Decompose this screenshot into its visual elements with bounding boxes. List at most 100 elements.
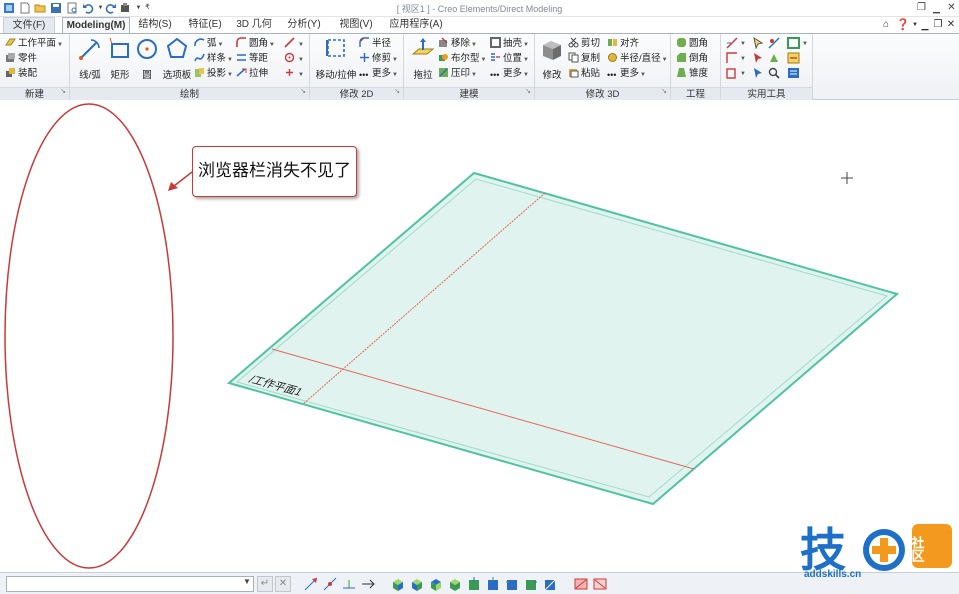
offset-button[interactable]: 等距 — [236, 52, 268, 66]
new-part-button[interactable]: 零件 — [5, 52, 37, 66]
command-input[interactable] — [6, 576, 254, 592]
render-mode-2-icon[interactable] — [592, 576, 608, 592]
circle-button[interactable]: 圆 — [134, 36, 160, 81]
fillet-2d-button[interactable]: 圆角▼ — [236, 37, 275, 51]
command-enter-button[interactable]: ↵ — [257, 576, 273, 592]
home-view-icon[interactable]: ⌂ — [880, 19, 892, 31]
view-top-icon[interactable] — [504, 576, 520, 592]
align-button[interactable]: 对齐 — [607, 37, 639, 51]
target-icon — [284, 52, 295, 63]
view-bottom-icon[interactable] — [523, 576, 539, 592]
view-iso-icon[interactable] — [390, 576, 406, 592]
cut-button[interactable]: 剪切 — [568, 37, 600, 51]
doc-restore-icon[interactable]: ❐ — [932, 19, 944, 31]
move-stretch-button[interactable]: 移动/拉伸 — [312, 36, 360, 81]
taper-button[interactable]: 锥度 — [676, 67, 708, 81]
view-left-icon[interactable] — [542, 576, 558, 592]
face-dropdown-icon[interactable]: ▼ — [740, 67, 746, 81]
tab-feature[interactable]: 特征(E) — [183, 17, 227, 33]
clipping-plane-icon[interactable] — [768, 37, 780, 49]
macro-icon[interactable] — [787, 52, 800, 64]
palette-button[interactable]: 选项板 — [160, 36, 194, 81]
measure-dropdown-icon[interactable]: ▼ — [740, 37, 746, 51]
calculator-icon[interactable] — [787, 67, 800, 79]
rectangle-button[interactable]: 矩形 — [106, 36, 134, 81]
more-dots-icon: ••• — [359, 70, 369, 80]
display-frame-icon[interactable] — [787, 37, 800, 49]
measure-angle-icon[interactable] — [726, 52, 738, 64]
spline-button[interactable]: 样条▼ — [194, 52, 233, 66]
tab-modeling[interactable]: Modeling(M) — [62, 17, 130, 33]
minimize-window-icon[interactable]: ▁ — [930, 2, 943, 14]
tab-analysis[interactable]: 分析(Y) — [282, 17, 326, 33]
measure-distance-icon[interactable] — [726, 37, 738, 49]
view-front-icon[interactable] — [466, 576, 482, 592]
command-dropdown-icon[interactable]: ▼ — [243, 577, 251, 586]
more-dots-icon: ••• — [490, 70, 500, 80]
view-iso3-icon[interactable] — [428, 576, 444, 592]
arc-button[interactable]: 弧▼ — [194, 37, 223, 51]
boolean-button[interactable]: 布尔型▼ — [438, 52, 486, 66]
dialog-launcher-icon[interactable]: ↘ — [394, 85, 400, 98]
trim-button[interactable]: 修剪▼ — [359, 52, 398, 66]
select-arrow-icon[interactable] — [752, 37, 764, 49]
command-cancel-button[interactable]: ✕ — [275, 576, 291, 592]
modify-3d-label: 修改 — [542, 70, 562, 81]
position-button[interactable]: 位置▼ — [490, 52, 529, 66]
extend-button[interactable]: 拉伸 — [236, 67, 268, 81]
new-workplane-button[interactable]: 工作平面▼ — [5, 37, 63, 51]
radius-diameter-button[interactable]: 半径/直径▼ — [607, 52, 668, 66]
viewport-canvas[interactable]: /工作平面1 — [0, 100, 959, 572]
dialog-launcher-icon[interactable]: ↘ — [525, 85, 531, 98]
select-edge-midpoint-icon[interactable] — [341, 576, 357, 592]
remove-button[interactable]: 移除▼ — [438, 37, 477, 51]
blend-button[interactable]: 圆角 — [676, 37, 708, 51]
shell-button[interactable]: 抽壳▼ — [490, 37, 529, 51]
dialog-launcher-icon[interactable]: ↘ — [661, 85, 667, 98]
doc-close-icon[interactable]: ✕ — [945, 19, 957, 31]
doc-minimize-icon[interactable]: ▁ — [919, 19, 931, 31]
dialog-launcher-icon[interactable]: ↘ — [300, 85, 306, 98]
project-button[interactable]: 投影▼ — [194, 67, 233, 81]
view-back-icon[interactable] — [485, 576, 501, 592]
tab-applications[interactable]: 应用程序(A) — [385, 17, 447, 33]
target-tool-dropdown[interactable]: ▼ — [284, 52, 304, 66]
render-mode-icon[interactable] — [573, 576, 589, 592]
radius-2d-button[interactable]: 半径 — [359, 37, 391, 51]
chamfer-button[interactable]: 倒角 — [676, 52, 708, 66]
pull-button[interactable]: 拖拉 — [406, 36, 440, 81]
more-model-button[interactable]: ••• 更多▼ — [490, 67, 529, 81]
workplane-surface[interactable] — [226, 171, 900, 506]
tab-file[interactable]: 文件(F) — [3, 17, 55, 33]
select-vertex-icon[interactable] — [322, 576, 338, 592]
tab-structure[interactable]: 结构(S) — [134, 17, 176, 33]
display-dropdown-icon[interactable]: ▼ — [802, 37, 808, 51]
view-iso4-icon[interactable] — [447, 576, 463, 592]
inspect-icon[interactable] — [768, 67, 780, 79]
select-center-icon[interactable] — [360, 576, 376, 592]
angle-dropdown-icon[interactable]: ▼ — [740, 52, 746, 66]
view-iso2-icon[interactable] — [409, 576, 425, 592]
paste-button[interactable]: 粘贴 — [568, 67, 600, 81]
tab-3d-geometry[interactable]: 3D 几何 — [233, 17, 275, 33]
imprint-button[interactable]: 压印▼ — [438, 67, 477, 81]
help-icon[interactable]: ❓ — [896, 19, 910, 31]
new-assembly-button[interactable]: 装配 — [5, 67, 37, 81]
copy-button[interactable]: 复制 — [568, 52, 600, 66]
tab-view[interactable]: 视图(V) — [335, 17, 377, 33]
more-3d-button[interactable]: ••• 更多▼ — [607, 67, 646, 81]
select-component-icon[interactable] — [752, 52, 764, 64]
dialog-launcher-icon[interactable]: ↘ — [60, 85, 66, 98]
line-tool-dropdown[interactable]: ▼ — [284, 37, 304, 51]
line-arc-button[interactable]: 线/弧 — [74, 36, 106, 81]
select-point-icon[interactable] — [303, 576, 319, 592]
restore-window-icon[interactable]: ❐ — [915, 2, 928, 14]
measure-face-icon[interactable] — [726, 67, 738, 79]
select-edge-icon[interactable] — [752, 67, 764, 79]
section-view-icon[interactable] — [768, 52, 780, 64]
modify-3d-button[interactable]: 修改 — [537, 36, 567, 81]
more-2d-button[interactable]: ••• 更多▼ — [359, 67, 398, 81]
ribbon-group-draw: 线/弧 矩形 圆 选项板 弧▼ 样条▼ 投影▼ 圆角▼ 等距 拉伸 ▼ ▼ ▼ … — [70, 34, 310, 100]
close-window-icon[interactable]: ✕ — [945, 2, 958, 14]
point-tool-dropdown[interactable]: ▼ — [284, 67, 304, 81]
